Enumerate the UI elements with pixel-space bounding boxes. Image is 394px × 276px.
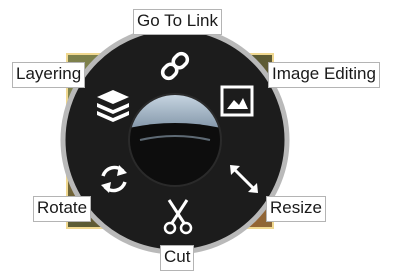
cut-label[interactable]: Cut [160, 245, 195, 271]
layering-label[interactable]: Layering [12, 62, 86, 88]
image-editing-label[interactable]: Image Editing [268, 62, 380, 88]
go-to-link-label[interactable]: Go To Link [133, 9, 222, 35]
canvas-area: Go To Link Layering Image Editing Rotate… [0, 0, 394, 276]
resize-label[interactable]: Resize [266, 196, 326, 222]
rotate-label[interactable]: Rotate [33, 196, 92, 222]
radial-menu [60, 25, 290, 255]
